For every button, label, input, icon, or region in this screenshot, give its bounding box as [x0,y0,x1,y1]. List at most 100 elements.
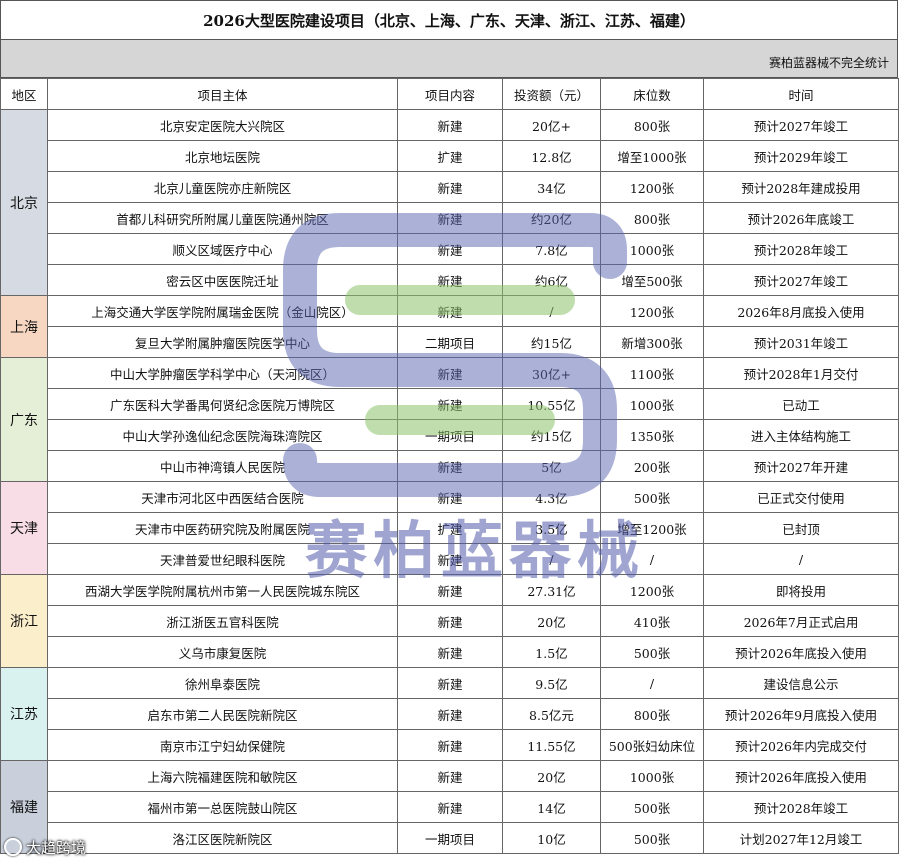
beds-cell: 800张 [600,202,704,234]
time-cell: 预计2026年9月底投入使用 [703,698,899,730]
beds-cell: 增至1200张 [600,512,704,544]
project-name-cell: 北京地坛医院 [47,140,398,172]
time-cell: 预计2026年内完成交付 [703,729,899,761]
beds-cell: 1100张 [600,357,704,389]
project-name-cell: 上海交通大学医学院附属瑞金医院（金山院区） [47,295,398,327]
investment-cell: 约20亿 [502,202,601,234]
table-row: 浙江浙医五官科医院 新建 20亿 410张 2026年7月正式启用 [1,605,899,637]
project-name-cell: 天津市中医药研究院及附属医院 [47,512,398,544]
table-row: 复旦大学附属肿瘤医院医学中心 二期项目 约15亿 新增300张 预计2031年竣工 [1,326,899,358]
table-row: 上海 上海交通大学医学院附属瑞金医院（金山院区） 新建/1200张 2026年8月底投… [0,295,899,358]
project-name-cell: 中山大学肿瘤医学科学中心（天河院区） [47,357,398,389]
investment-cell: 约15亿 [502,326,601,358]
time-cell: 预计2031年竣工 [703,326,899,358]
project-name-cell: 天津市河北区中西医结合医院 [47,481,398,513]
beds-cell: 1200张 [600,295,704,327]
investment-cell: 14亿 [502,791,601,823]
table-row: 广东医科大学番禺何贤纪念医院万博院区 新建 10.55亿 1000张 已动工 [1,388,899,420]
project-table: 地区 项目主体 项目内容 投资额（元） 床位数 时间 北京 北京安定医院大兴院区新… [0,78,899,854]
time-cell: 已正式交付使用 [703,481,899,513]
investment-cell: 11.55亿 [502,729,601,761]
time-cell: 已动工 [703,388,899,420]
investment-cell: 34亿 [502,171,601,203]
project-name-cell: 福州市第一总医院鼓山院区 [47,791,398,823]
table-row: 天津 天津市河北区中西医结合医院 新建 4.3亿 500张 已正式交付使用 [0,481,899,575]
project-content-cell: 新建 [397,357,503,389]
time-cell: 预计2027年竣工 [703,264,899,296]
investment-cell: 27.31亿 [502,574,601,606]
corner-logo-text: 大趋跨境 [26,838,87,857]
table-row: 江苏 徐州阜泰医院 新建 9.5亿 / 建设信息公示 [0,667,899,761]
project-content-cell: 新建 [397,667,503,699]
time-cell: 建设信息公示 [703,667,899,699]
beds-cell: 1000张 [600,233,704,265]
investment-cell: 20亿+ [502,109,601,141]
time-cell: 预计2027年开建 [703,450,899,482]
table-row: 义乌市康复医院 新建 1.5亿 500张 预计2026年底投入使用 [1,636,899,668]
table-body: 北京 北京安定医院大兴院区 新建 20亿+ 800张 预计2027年竣工 北京地坛医院 扩建 1… [0,109,899,854]
time-cell: 即将投用 [703,574,899,606]
project-content-cell: 一期项目 [397,419,503,451]
time-cell: 预计2028年竣工 [703,791,899,823]
document-title: 2026大型医院建设项目（北京、上海、广东、天津、浙江、江苏、福建） [0,0,898,40]
investment-cell: 20亿 [502,605,601,637]
beds-cell: 1200张 [600,574,704,606]
table-row: 北京 北京安定医院大兴院区 新建 20亿+ 800张 预计2027年竣工 [0,109,899,296]
project-name-cell: 南京市江宁妇幼保健院 [47,729,398,761]
project-content-cell: 一期项目 [397,822,503,854]
project-content-cell: 新建 [397,698,503,730]
table-row: 密云区中医医院迁址 新建 约6亿 增至500张 预计2027年竣工 [1,264,899,296]
region-cell: 广东 [0,357,48,482]
project-name-cell: 复旦大学附属肿瘤医院医学中心 [47,326,398,358]
time-cell: 预计2026年底投入使用 [703,636,899,668]
project-content-cell: 新建 [397,109,503,141]
investment-cell: 20亿 [502,760,601,792]
project-content-cell: 新建 [397,543,503,575]
time-cell: 已封顶 [703,512,899,544]
beds-cell: 1000张 [600,760,704,792]
project-name-cell: 义乌市康复医院 [47,636,398,668]
header-time: 时间 [703,78,899,110]
table-row: 北京儿童医院亦庄新院区 新建 34亿 1200张 预计2028年建成投用 [1,171,899,203]
table-row: 启东市第二人民医院新院区 新建 8.5亿元 800张 预计2026年9月底投入使用 [1,698,899,730]
investment-cell: 7.8亿 [502,233,601,265]
beds-cell: 1350张 [600,419,704,451]
beds-cell: 800张 [600,698,704,730]
region-cell: 天津 [0,481,48,575]
table-row: 洛江区医院新院区 一期项目 10亿 500张 计划2027年12月竣工 [1,822,899,854]
project-content-cell: 扩建 [397,512,503,544]
beds-cell: 410张 [600,605,704,637]
investment-cell: 10亿 [502,822,601,854]
header-investment: 投资额（元） [502,78,601,110]
table-row: 福州市第一总医院鼓山院区 新建 14亿 500张 预计2028年竣工 [1,791,899,823]
beds-cell: 增至1000张 [600,140,704,172]
beds-cell: 500张 [600,791,704,823]
time-cell: 2026年7月正式启用 [703,605,899,637]
table-row: 天津市中医药研究院及附属医院 扩建 3.5亿 增至1200张 已封顶 [1,512,899,544]
investment-cell: 12.8亿 [502,140,601,172]
time-cell: / [703,543,899,575]
header-content: 项目内容 [397,78,503,110]
time-cell: 进入主体结构施工 [703,419,899,451]
investment-cell: 9.5亿 [502,667,601,699]
investment-cell: 4.3亿 [502,481,601,513]
project-content-cell: 新建 [397,791,503,823]
time-cell: 预计2027年竣工 [703,109,899,141]
project-name-cell: 广东医科大学番禺何贤纪念医院万博院区 [47,388,398,420]
project-name-cell: 北京安定医院大兴院区 [47,109,398,141]
investment-cell: 1.5亿 [502,636,601,668]
project-name-cell: 浙江浙医五官科医院 [47,605,398,637]
project-content-cell: 新建 [397,202,503,234]
project-name-cell: 启东市第二人民医院新院区 [47,698,398,730]
table-row: 北京地坛医院 扩建 12.8亿 增至1000张 预计2029年竣工 [1,140,899,172]
investment-cell: 30亿+ [502,357,601,389]
project-content-cell: 新建 [397,636,503,668]
table-row: 中山市神湾镇人民医院 新建 5亿 200张 预计2027年开建 [1,450,899,482]
investment-cell: 约15亿 [502,419,601,451]
project-name-cell: 密云区中医医院迁址 [47,264,398,296]
beds-cell: 500张 [600,636,704,668]
table-row: 福建 上海六院福建医院和敏院区 新建 20亿 1000张 预计2026年底投入使用 [0,760,899,854]
project-content-cell: 新建 [397,388,503,420]
beds-cell: 500张 [600,481,704,513]
project-content-cell: 新建 [397,481,503,513]
